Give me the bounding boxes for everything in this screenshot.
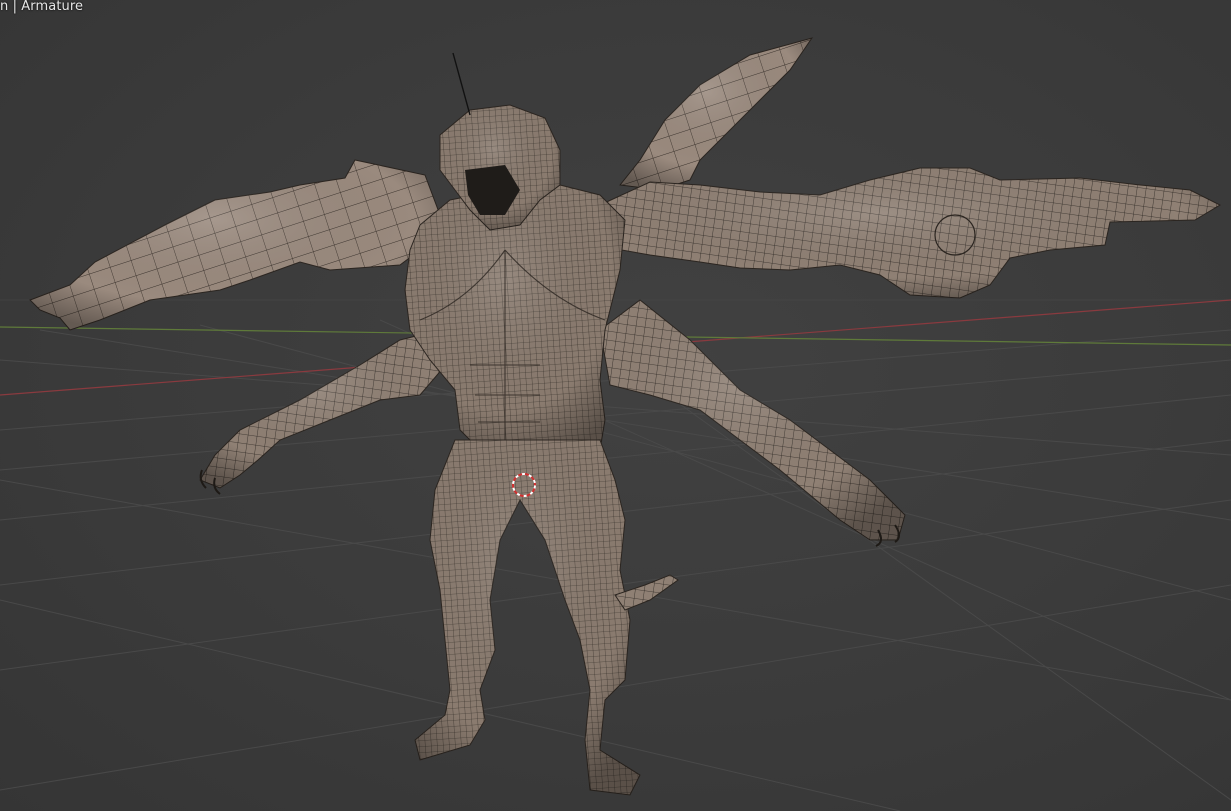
creature-mesh[interactable]	[29, 37, 1222, 796]
object-info-label: n | Armature	[0, 0, 84, 14]
3d-viewport[interactable]: n | Armature	[0, 0, 1231, 811]
bone-line	[452, 52, 471, 116]
viewport-canvas[interactable]	[0, 0, 1231, 811]
